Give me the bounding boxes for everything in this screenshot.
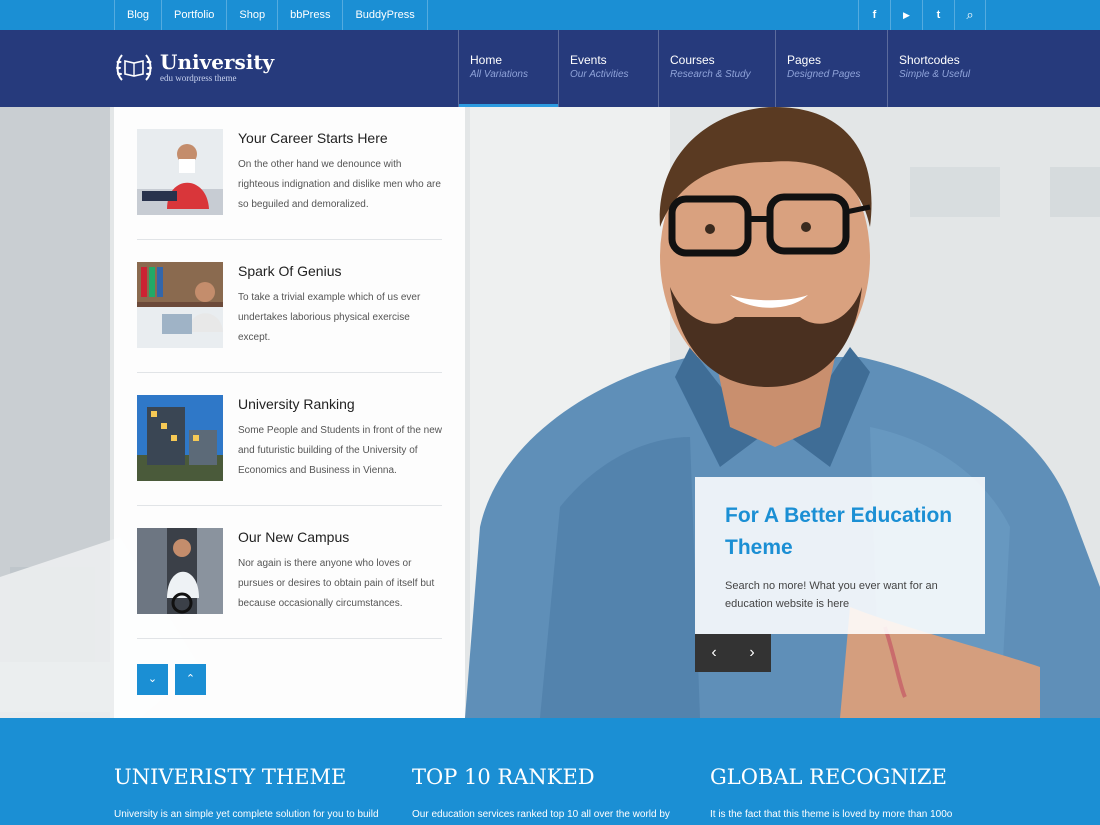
news-thumbnail — [137, 262, 223, 348]
top-links: Blog Portfolio Shop bbPress BuddyPress — [114, 0, 428, 30]
feature-column: TOP 10 RANKED Our education services ran… — [412, 764, 692, 822]
nav-title: Shortcodes — [899, 53, 960, 67]
logo-title: University — [160, 50, 275, 74]
feature-title: UNIVERISTY THEME — [114, 765, 347, 789]
top-link-blog[interactable]: Blog — [114, 0, 161, 30]
laurel-book-icon — [114, 50, 154, 84]
nav-shortcodes[interactable]: Shortcodes Simple & Useful — [887, 30, 987, 107]
feature-title: TOP 10 RANKED — [412, 765, 595, 789]
top-link-buddypress[interactable]: BuddyPress — [342, 0, 428, 30]
feature-column: UNIVERISTY THEME University is an simple… — [114, 764, 394, 822]
top-bar: Blog Portfolio Shop bbPress BuddyPress f… — [0, 0, 1100, 30]
nav-subtitle: Our Activities — [570, 69, 629, 80]
news-pager: ⌄ ⌃ — [137, 664, 213, 695]
feature-title: GLOBAL RECOGNIZE — [710, 765, 947, 789]
facebook-icon[interactable]: f — [858, 0, 890, 30]
chevron-left-icon[interactable]: ‹ — [695, 634, 733, 672]
nav-title: Pages — [787, 53, 822, 67]
social-links: f ▶ t ⌕ — [858, 0, 986, 30]
nav-title: Home — [470, 53, 503, 67]
news-excerpt: To take a trivial example which of us ev… — [238, 292, 421, 343]
top-link-bbpress[interactable]: bbPress — [277, 0, 342, 30]
feature-column: GLOBAL RECOGNIZE It is the fact that thi… — [710, 764, 990, 822]
feature-text: It is the fact that this theme is loved … — [710, 809, 953, 820]
chevron-down-icon[interactable]: ⌄ — [137, 664, 168, 695]
top-link-shop[interactable]: Shop — [226, 0, 277, 30]
feature-text: University is an simple yet complete sol… — [114, 809, 379, 820]
slide-heading: For A Better Education Theme — [725, 504, 953, 559]
news-excerpt: Nor again is there anyone who loves or p… — [238, 558, 435, 609]
slide-controls: ‹ › — [695, 634, 771, 672]
main-header: University edu wordpress theme Home All … — [0, 30, 1100, 107]
nav-subtitle: Designed Pages — [787, 69, 861, 80]
news-item[interactable]: Your Career Starts Here On the other han… — [137, 107, 442, 240]
news-excerpt: On the other hand we denounce with right… — [238, 159, 441, 210]
nav-pages[interactable]: Pages Designed Pages — [775, 30, 887, 107]
top-link-portfolio[interactable]: Portfolio — [161, 0, 226, 30]
news-thumbnail — [137, 395, 223, 481]
features-band: UNIVERISTY THEME University is an simple… — [0, 718, 1100, 825]
news-title[interactable]: Our New Campus — [238, 529, 349, 545]
hero-slider: Your Career Starts Here On the other han… — [0, 107, 1100, 718]
news-item[interactable]: Our New Campus Nor again is there anyone… — [137, 506, 442, 639]
main-nav: Home All Variations Events Our Activitie… — [458, 30, 987, 107]
news-title[interactable]: Your Career Starts Here — [238, 130, 388, 146]
nav-subtitle: Research & Study — [670, 69, 751, 80]
site-logo[interactable]: University edu wordpress theme — [114, 50, 274, 84]
nav-subtitle: Simple & Useful — [899, 69, 971, 80]
slide-text: Search no more! What you ever want for a… — [725, 580, 938, 610]
news-item[interactable]: Spark Of Genius To take a trivial exampl… — [137, 240, 442, 373]
news-thumbnail — [137, 528, 223, 614]
news-excerpt: Some People and Students in front of the… — [238, 425, 443, 476]
twitter-icon[interactable]: t — [922, 0, 954, 30]
slide-caption: For A Better Education Theme Search no m… — [695, 477, 985, 634]
youtube-icon[interactable]: ▶ — [890, 0, 922, 30]
nav-events[interactable]: Events Our Activities — [558, 30, 658, 107]
nav-title: Courses — [670, 53, 715, 67]
feature-text: Our education services ranked top 10 all… — [412, 809, 670, 820]
chevron-up-icon[interactable]: ⌃ — [175, 664, 206, 695]
chevron-right-icon[interactable]: › — [733, 634, 771, 672]
news-panel: Your Career Starts Here On the other han… — [114, 107, 465, 718]
nav-home[interactable]: Home All Variations — [458, 30, 558, 107]
logo-tagline: edu wordpress theme — [160, 73, 237, 83]
nav-subtitle: All Variations — [470, 69, 528, 80]
news-thumbnail — [137, 129, 223, 215]
nav-courses[interactable]: Courses Research & Study — [658, 30, 775, 107]
news-item[interactable]: University Ranking Some People and Stude… — [137, 373, 442, 506]
search-icon[interactable]: ⌕ — [954, 0, 986, 30]
news-title[interactable]: University Ranking — [238, 396, 355, 412]
news-title[interactable]: Spark Of Genius — [238, 263, 342, 279]
nav-title: Events — [570, 53, 607, 67]
